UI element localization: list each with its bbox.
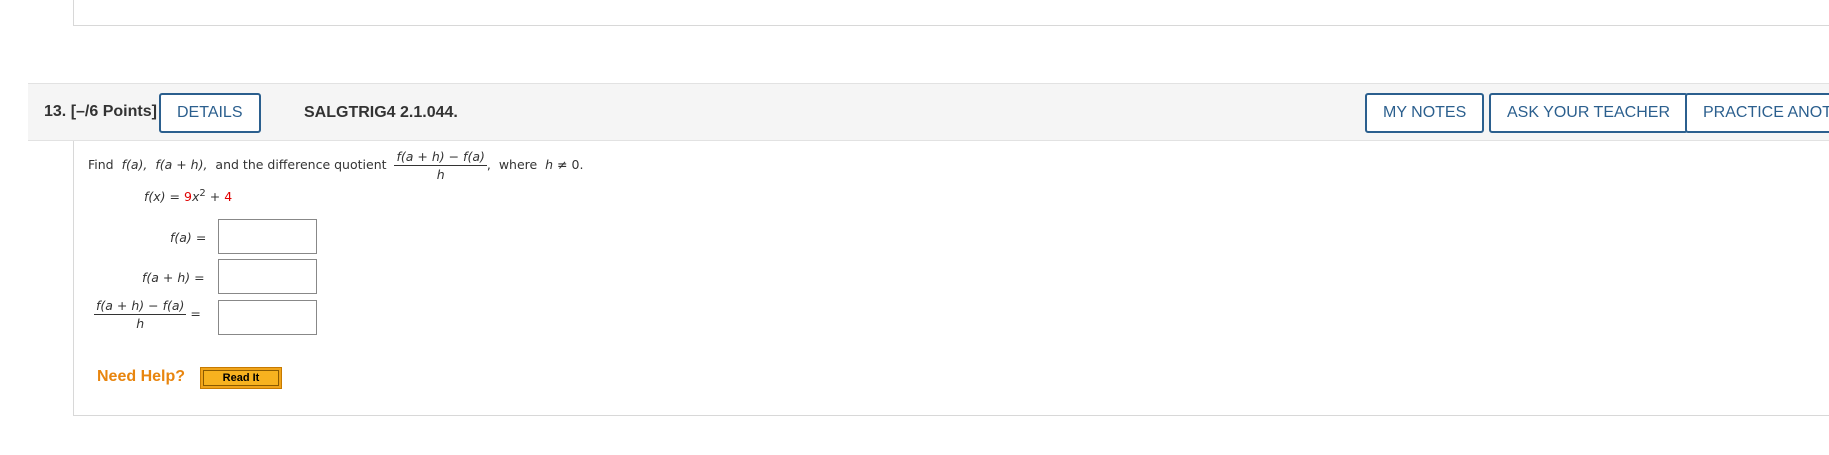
function-lhs: f(x) [144, 189, 166, 205]
prompt-and-text: and the difference quotient [215, 157, 387, 172]
fa-equals: = [195, 230, 207, 245]
function-definition: f(x) = 9x2 + 4 [144, 188, 232, 204]
read-it-button[interactable]: Read It [200, 367, 282, 389]
dq-label-numerator: f(a + h) − f(a) [94, 298, 187, 315]
dq-label-row: f(a + h) − f(a) h = [94, 298, 201, 331]
prompt-fa: f(a), [121, 157, 148, 172]
prompt-dq-numerator: f(a + h) − f(a) [394, 149, 487, 166]
question-code: SALGTRIG4 2.1.044. [304, 104, 458, 121]
function-exponent: 2 [199, 188, 206, 199]
fah-answer-input[interactable] [218, 259, 317, 294]
my-notes-button[interactable]: MY NOTES [1365, 93, 1485, 133]
prompt-dq-denominator: h [436, 167, 445, 182]
practice-another-button[interactable]: PRACTICE ANOTHER [1685, 93, 1829, 133]
details-button[interactable]: DETAILS [159, 93, 261, 133]
fah-label-row: f(a + h) = [142, 270, 205, 285]
question-body: Find f(a), f(a + h), and the difference … [73, 141, 1829, 416]
prompt-difference-quotient: f(a + h) − f(a) h [394, 149, 487, 182]
fah-label: f(a + h) [142, 270, 191, 285]
dq-label-denominator: h [136, 316, 145, 331]
dq-label: f(a + h) − f(a) h [94, 298, 187, 331]
need-help-label: Need Help? [97, 368, 186, 385]
function-plus: + [209, 189, 221, 205]
prompt-where: where [498, 157, 538, 172]
question-prompt: Find f(a), f(a + h), and the difference … [88, 149, 583, 182]
ask-your-teacher-button[interactable]: ASK YOUR TEACHER [1489, 93, 1689, 133]
prompt-comma: , [486, 157, 491, 172]
function-coefficient: 9 [184, 189, 192, 205]
prompt-find: Find [88, 157, 114, 172]
question-header: 13. [–/6 Points] DETAILS SALGTRIG4 2.1.0… [28, 83, 1829, 141]
prompt-condition-var: h [545, 157, 554, 172]
question-points: [–/6 Points] [70, 103, 157, 120]
dq-answer-input[interactable] [218, 300, 317, 335]
fa-answer-input[interactable] [218, 219, 317, 254]
function-equals: = [169, 189, 181, 205]
question-number: 13. [44, 103, 67, 120]
fah-equals: = [194, 270, 205, 285]
function-constant: 4 [224, 189, 233, 205]
prompt-condition: ≠ 0. [557, 157, 584, 172]
prompt-fah: f(a + h), [155, 157, 208, 172]
read-it-label: Read It [203, 370, 279, 386]
fa-label: f(a) [170, 230, 192, 245]
fa-label-row: f(a) = [170, 230, 206, 245]
dq-equals: = [190, 306, 201, 321]
question-number-points: 13. [–/6 Points] [44, 103, 157, 121]
previous-question-box [73, 0, 1829, 26]
